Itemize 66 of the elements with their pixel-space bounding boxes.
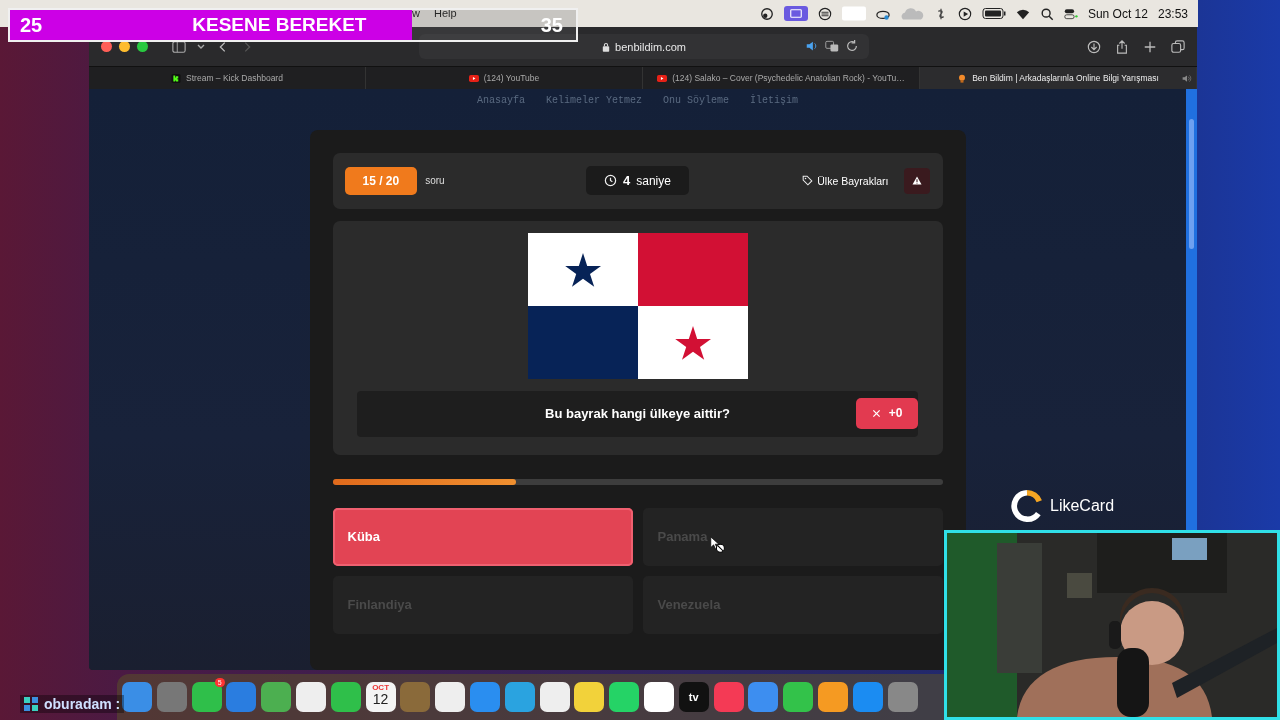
- zoom-button[interactable]: [137, 41, 148, 52]
- menu-item[interactable]: w: [412, 6, 420, 19]
- speaker-icon[interactable]: [1182, 73, 1192, 83]
- app-icon[interactable]: [783, 682, 814, 712]
- app-icon[interactable]: [539, 682, 570, 712]
- user-badge-icon: [24, 697, 38, 711]
- counter-label: soru: [425, 175, 445, 187]
- address-bar[interactable]: benbildim.com: [419, 34, 869, 59]
- tag-icon: [802, 175, 814, 187]
- bulb-icon: [957, 73, 968, 83]
- lock-icon: [602, 41, 611, 52]
- url-text: benbildim.com: [615, 40, 686, 53]
- download-icon[interactable]: [1087, 39, 1101, 54]
- tab-overview-icon[interactable]: [1171, 39, 1185, 54]
- goal-start-count: 25: [20, 13, 43, 37]
- close-icon: [871, 408, 881, 418]
- question-counter: 15 / 20: [344, 166, 418, 195]
- translate-icon[interactable]: [825, 39, 839, 53]
- answer-button[interactable]: Küba: [332, 507, 633, 566]
- browser-tab[interactable]: (124) YouTube: [366, 67, 643, 89]
- report-button[interactable]: [904, 167, 931, 194]
- control-center-icon[interactable]: [1063, 6, 1078, 21]
- battery-icon[interactable]: [981, 6, 1006, 21]
- browser-tab[interactable]: (124) Salako – Cover (Psychedelic Anatolian Rock) - YouTu…: [643, 67, 920, 89]
- app-icon[interactable]: [817, 682, 848, 712]
- goal-title: KESENE BEREKET: [192, 14, 367, 36]
- timer-unit: saniye: [636, 173, 671, 188]
- menu-bar-clock[interactable]: 23:53: [1157, 6, 1188, 21]
- plus-icon[interactable]: [1143, 39, 1157, 54]
- c-logo-icon: [1010, 489, 1044, 523]
- close-button[interactable]: [101, 41, 112, 52]
- app-icon[interactable]: [574, 682, 605, 712]
- k-logo-icon: [171, 73, 182, 83]
- minimize-button[interactable]: [119, 41, 130, 52]
- sponsor-name: LikeCard: [1050, 497, 1115, 515]
- clock-icon: [604, 174, 618, 188]
- grid-circle-icon[interactable]: [817, 6, 832, 21]
- timer-value: 4: [623, 173, 631, 189]
- browser-tab[interactable]: Ben Bildim | Arkadaşlarınla Online Bilgi Yarışması: [920, 67, 1197, 89]
- chat-message: oburadam :: [44, 696, 121, 712]
- play-logo-icon: [468, 73, 479, 83]
- play-logo-icon: [657, 73, 668, 83]
- reload-icon[interactable]: [845, 39, 859, 53]
- app-icon[interactable]: [296, 682, 326, 712]
- status-icon[interactable]: [759, 6, 774, 21]
- menu-bar-date[interactable]: Sun Oct 12: [1087, 6, 1148, 21]
- search-icon[interactable]: [1039, 6, 1054, 21]
- app-icon[interactable]: [643, 682, 674, 712]
- menu-item[interactable]: Help: [433, 6, 457, 19]
- speaker-icon[interactable]: [805, 39, 819, 53]
- score-badge: +0: [856, 397, 918, 429]
- app-icon[interactable]: [330, 682, 361, 712]
- app-icon[interactable]: [609, 682, 640, 712]
- share-icon[interactable]: [1115, 39, 1129, 54]
- scrollbar[interactable]: [1186, 89, 1197, 531]
- category-label: Ülke Bayrakları: [817, 174, 889, 187]
- app-icon[interactable]: [435, 682, 466, 712]
- question-text: Bu bayrak hangi ülkeye aittir?: [545, 406, 730, 422]
- cursor-icon: [709, 535, 726, 554]
- browser-tab[interactable]: Stream – Kick Dashboard: [89, 67, 366, 89]
- tv-app-icon[interactable]: tv: [678, 682, 709, 712]
- screen-share-icon[interactable]: [783, 6, 808, 21]
- warning-icon: [912, 176, 923, 186]
- calendar-icon[interactable]: OCT 12: [365, 682, 396, 712]
- play-icon[interactable]: [957, 6, 972, 21]
- sidebar-icon[interactable]: [172, 39, 186, 54]
